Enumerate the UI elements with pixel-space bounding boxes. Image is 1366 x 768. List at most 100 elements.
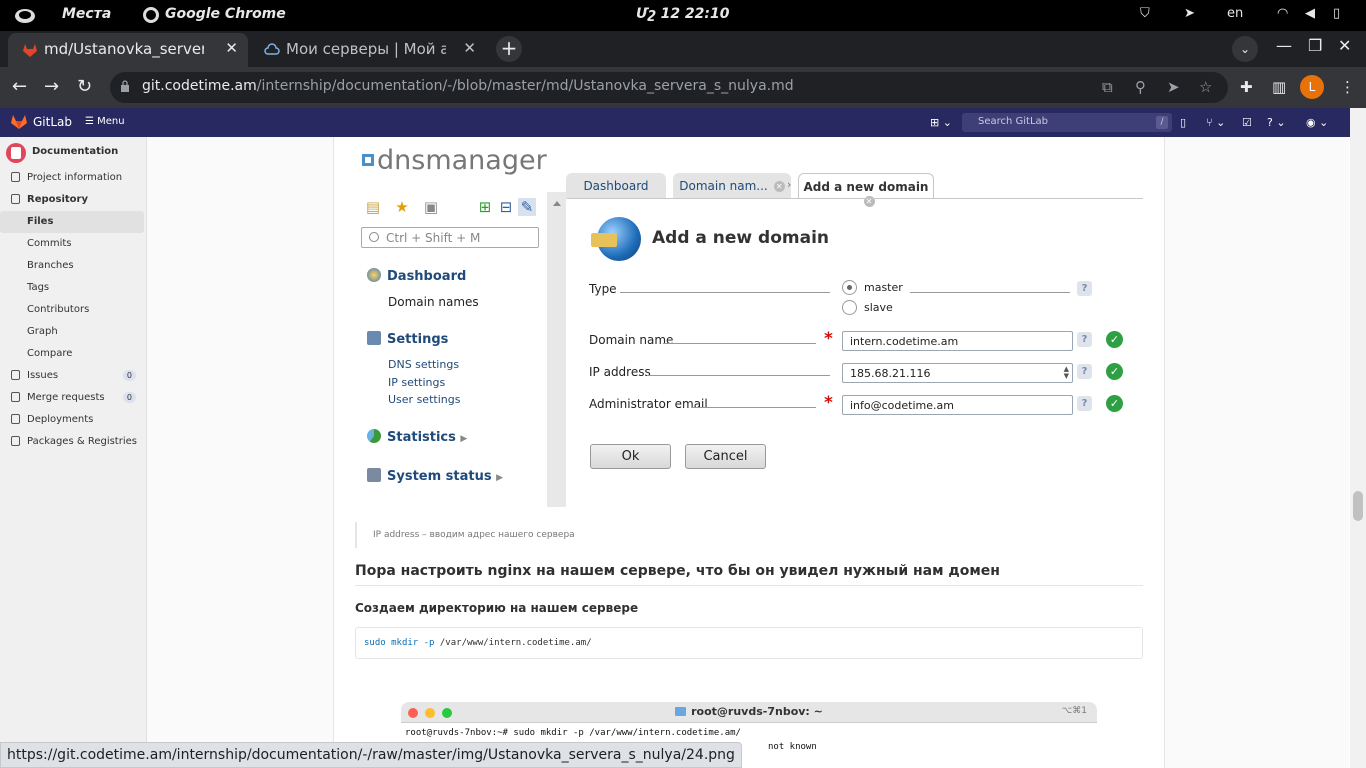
places-menu[interactable]: Места: [62, 6, 111, 22]
bookmark-star-icon[interactable]: ☆: [1199, 78, 1212, 96]
address-bar[interactable]: git.codetime.am/internship/documentation…: [110, 72, 1228, 103]
sidebar-item-graph[interactable]: Graph: [0, 321, 144, 343]
tab-title: md/Ustanovka_servera_s: [44, 40, 204, 58]
merge-requests-icon[interactable]: ⑂ ⌄: [1206, 116, 1225, 129]
dns-tab-dashboard: Dashboard: [566, 173, 666, 199]
terminal-line: not known: [768, 742, 817, 752]
folder-icon: [675, 707, 687, 716]
system-menu-icon[interactable]: [14, 6, 36, 24]
minimize-button[interactable]: —: [1276, 36, 1292, 55]
sidebar-item-merge-requests[interactable]: Merge requests 0: [0, 387, 144, 409]
send-icon[interactable]: ➤: [1167, 78, 1180, 96]
issues-icon[interactable]: ▯: [1180, 116, 1186, 129]
zoom-icon[interactable]: ⚲: [1135, 78, 1146, 96]
tab-search-button[interactable]: ⌄: [1232, 36, 1258, 62]
telegram-icon[interactable]: ➤: [1184, 6, 1195, 21]
sidebar-item-compare[interactable]: Compare: [0, 343, 144, 365]
hamburger-icon: ☰: [85, 116, 98, 127]
required-marker: *: [824, 393, 833, 413]
help-icon: ?: [1077, 396, 1092, 411]
sidebar-item-commits[interactable]: Commits: [0, 233, 144, 255]
profile-avatar[interactable]: L: [1300, 75, 1324, 99]
chrome-menu-icon[interactable]: ⋮: [1340, 78, 1355, 96]
code-block[interactable]: sudo mkdir -p /var/www/intern.codetime.a…: [355, 627, 1143, 659]
menu-button[interactable]: ☰ Menu: [85, 116, 125, 127]
tab-servers[interactable]: Мои серверы | Мой акк ✕: [250, 33, 486, 67]
sidebar-item-tags[interactable]: Tags: [0, 277, 144, 299]
extensions-icon[interactable]: ✚: [1240, 78, 1253, 96]
maximize-button[interactable]: ❐: [1308, 36, 1322, 55]
menu-label: Menu: [97, 116, 125, 127]
sidebar-item-repository[interactable]: Repository: [0, 189, 144, 211]
star-icon: ★: [395, 198, 409, 216]
help-icon[interactable]: ? ⌄: [1267, 116, 1286, 129]
gitlab-brand[interactable]: GitLab: [33, 115, 72, 129]
rocket-icon: [11, 414, 20, 424]
dns-nav-dns-settings: DNS settings: [388, 358, 460, 371]
scrollbar-thumb[interactable]: [1353, 491, 1363, 521]
reload-icon[interactable]: ↻: [77, 76, 92, 97]
volume-icon[interactable]: ◀: [1305, 6, 1315, 21]
close-window-button[interactable]: ✕: [1338, 36, 1351, 55]
valid-check-icon: ✓: [1106, 363, 1123, 380]
help-icon: ?: [1077, 364, 1092, 379]
forward-icon[interactable]: →: [44, 76, 59, 97]
clock[interactable]: Մշ 12 22:10: [636, 6, 730, 22]
wifi-icon[interactable]: ◠: [1277, 6, 1288, 21]
sidebar-item-contributors[interactable]: Contributors: [0, 299, 144, 321]
url-text[interactable]: git.codetime.am/internship/documentation…: [142, 78, 794, 94]
tab-gitlab[interactable]: md/Ustanovka_servera_s ✕: [8, 33, 248, 67]
tree-icon: ▤: [365, 198, 381, 216]
new-tab-button[interactable]: +: [496, 36, 522, 62]
search-icon: [369, 232, 379, 242]
dotted-leader: [910, 292, 1070, 293]
dns-nav-system-status: System status ▶: [367, 468, 503, 484]
sidebar-item-project-information[interactable]: Project information: [0, 167, 144, 189]
close-tab-icon[interactable]: ✕: [225, 39, 238, 57]
gitlab-search-input[interactable]: Search GitLab /: [962, 113, 1172, 132]
document-icon: [11, 194, 20, 204]
sidebar-item-packages[interactable]: Packages & Registries: [0, 431, 144, 453]
search-placeholder: Search GitLab: [978, 116, 1049, 127]
battery-icon[interactable]: ▯: [1333, 6, 1340, 21]
type-master-radio: [842, 280, 857, 295]
gitlab-logo-icon[interactable]: [10, 114, 28, 130]
dns-tab-add-domain: Add a new domain✕: [798, 173, 934, 207]
help-icon: ?: [1077, 332, 1092, 347]
expand-arrow-icon: ▶: [496, 473, 504, 483]
shield-icon[interactable]: ⛉: [1140, 6, 1150, 21]
issues-count-badge: 0: [122, 370, 136, 381]
section-heading: Пора настроить nginx на нашем сервере, ч…: [355, 563, 1143, 586]
tab-scroll-arrow-icon: ›: [787, 178, 792, 191]
settings-icon: [367, 331, 381, 345]
user-avatar-icon[interactable]: ◉ ⌄: [1306, 116, 1328, 129]
page-scrollbar[interactable]: [1350, 108, 1366, 768]
new-item-icon[interactable]: ⊞ ⌄: [930, 116, 952, 129]
dns-tabs-underline: [567, 198, 1143, 199]
logo-mark-icon: [362, 154, 374, 166]
dashboard-icon: [367, 268, 381, 282]
statistics-icon: [367, 429, 381, 443]
dns-cancel-button: Cancel: [685, 444, 766, 469]
sidebar-item-files[interactable]: Files: [0, 211, 144, 233]
back-icon[interactable]: ←: [12, 76, 27, 97]
todos-icon[interactable]: ☑: [1242, 116, 1252, 129]
project-avatar: [6, 143, 26, 163]
translate-icon[interactable]: ⧉: [1102, 78, 1113, 96]
dns-nav-ip-settings: IP settings: [388, 376, 446, 389]
ip-address-label: IP address: [589, 365, 651, 379]
dns-nav-domain-names: Domain names: [388, 295, 479, 309]
sidebar-item-deployments[interactable]: Deployments: [0, 409, 144, 431]
sidebar-item-branches[interactable]: Branches: [0, 255, 144, 277]
app-menu[interactable]: Google Chrome: [165, 6, 286, 22]
browser-toolbar: ← → ↻ git.codetime.am/internship/documen…: [0, 67, 1366, 108]
close-tab-icon[interactable]: ✕: [463, 39, 476, 57]
cloud-favicon-icon: [264, 43, 280, 55]
side-panel-icon[interactable]: ▥: [1272, 78, 1286, 96]
search-shortcut: /: [1156, 116, 1168, 129]
info-icon: [11, 172, 20, 182]
sidebar-item-issues[interactable]: Issues 0: [0, 365, 144, 387]
language-indicator[interactable]: en: [1227, 6, 1243, 21]
link-status-bubble: https://git.codetime.am/internship/docum…: [0, 742, 742, 768]
valid-check-icon: ✓: [1106, 395, 1123, 412]
